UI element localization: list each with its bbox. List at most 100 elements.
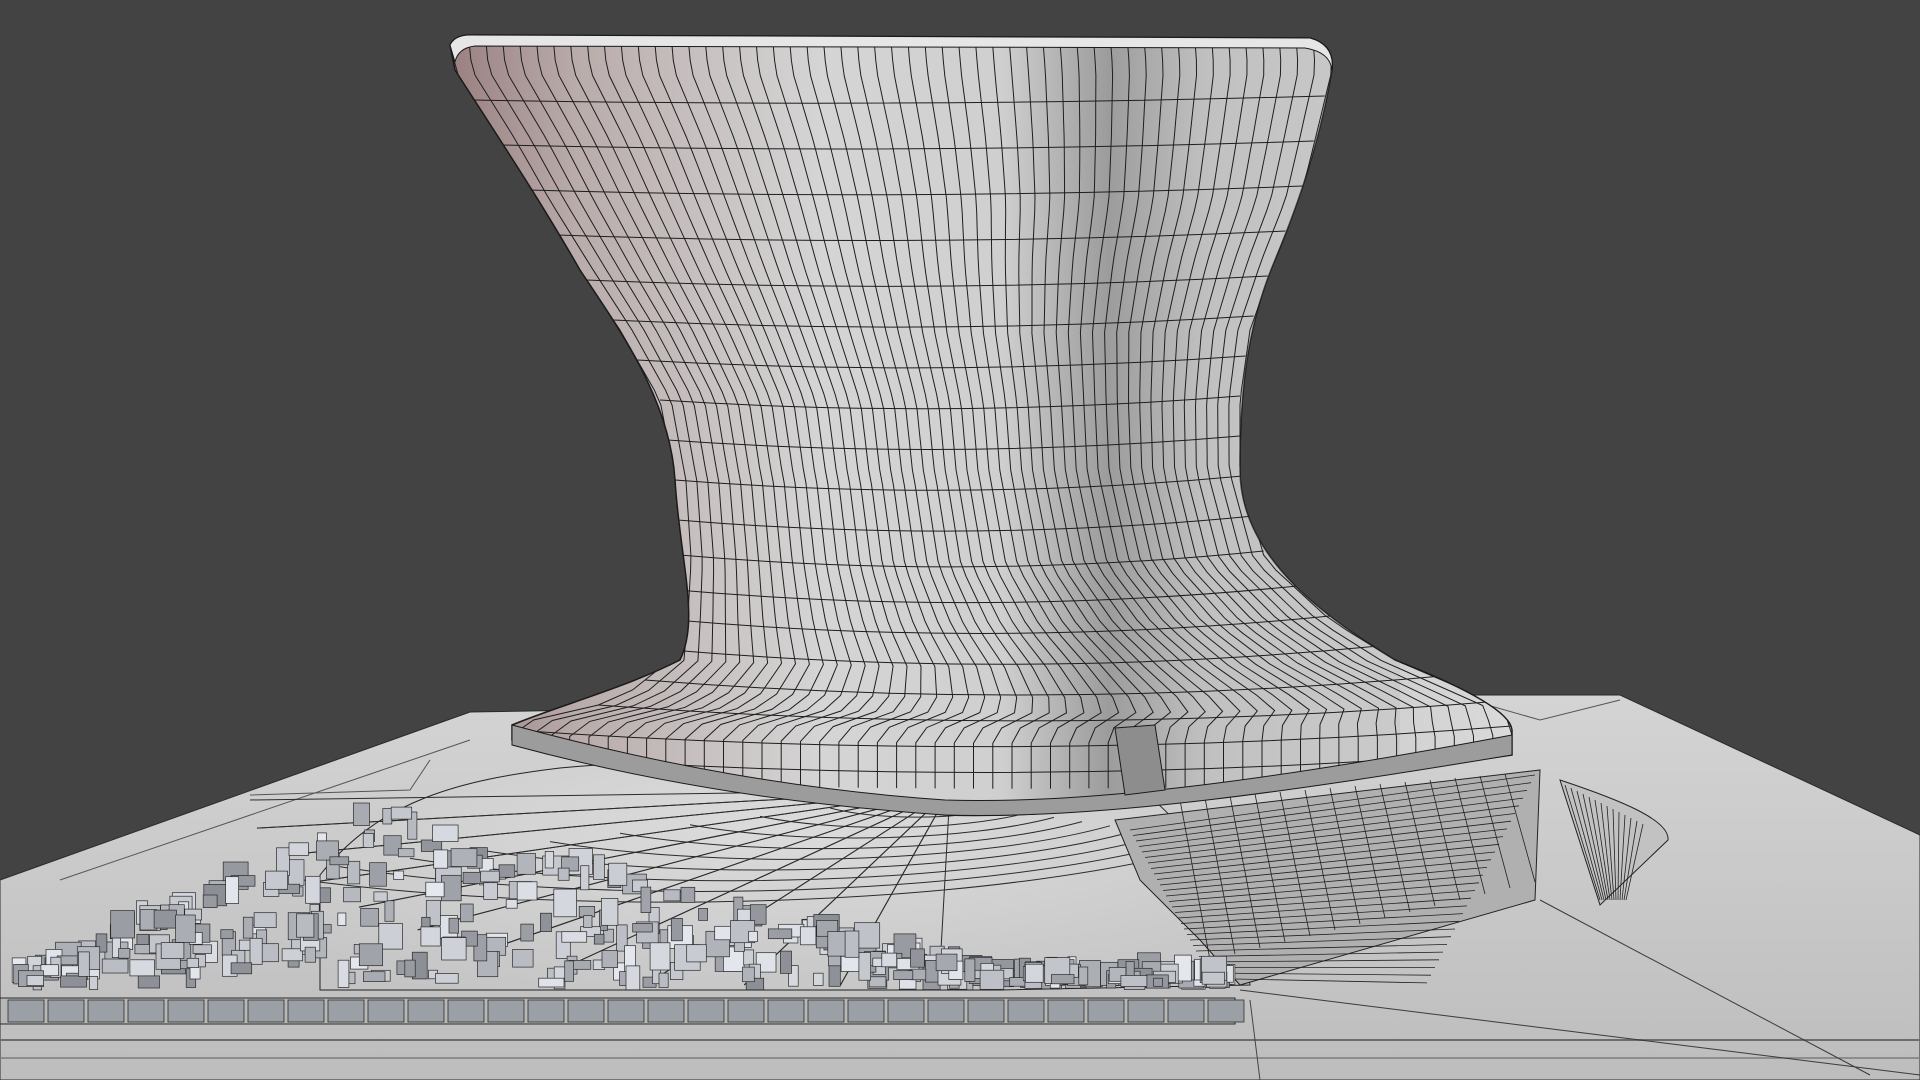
rubble-block <box>893 970 914 980</box>
rubble-block <box>813 972 824 986</box>
rubble-block <box>593 854 605 880</box>
rubble-block <box>404 959 416 978</box>
rubble-block <box>649 942 671 971</box>
rubble-block <box>910 968 927 981</box>
rubble-block <box>899 979 917 990</box>
scene-render <box>0 0 1920 1080</box>
fence-panel <box>287 999 325 1023</box>
fence-panel <box>487 999 525 1023</box>
fence-panel <box>567 999 605 1023</box>
rubble-block <box>483 882 498 900</box>
rubble-block <box>580 865 590 891</box>
rubble-block <box>1078 966 1089 986</box>
rubble-block <box>561 931 588 943</box>
fence-panel <box>127 999 165 1023</box>
fence-panel <box>727 999 765 1023</box>
rubble-block <box>393 870 405 880</box>
rubble-block <box>553 888 577 918</box>
rubble-block <box>1025 963 1044 983</box>
rubble-block <box>601 950 618 968</box>
fence-panel <box>1127 999 1165 1023</box>
rubble-block <box>601 898 619 926</box>
rubble-block <box>780 950 792 974</box>
fence-panel <box>807 999 845 1023</box>
rubble-block <box>382 808 393 825</box>
rubble-block <box>632 923 653 933</box>
fence-panel <box>1047 999 1085 1023</box>
rubble-block <box>390 806 413 820</box>
rubble-block <box>433 849 449 869</box>
rubble-block <box>625 965 641 991</box>
rubble-block <box>160 942 185 959</box>
fence-panel <box>607 999 645 1023</box>
rubble-block <box>448 917 459 934</box>
fence-panel <box>1087 999 1125 1023</box>
rubble-block <box>698 908 708 921</box>
rubble-block <box>153 909 177 929</box>
fence-panel <box>1207 999 1245 1023</box>
rubble-block <box>288 842 309 856</box>
rubble-block <box>544 851 555 869</box>
rubble-block <box>979 969 1005 990</box>
fence-panel <box>367 999 405 1023</box>
fence-panel <box>47 999 85 1023</box>
rubble-block <box>175 914 196 943</box>
rubble-block <box>608 862 628 886</box>
rubble-block <box>202 894 218 908</box>
rubble-block <box>242 916 254 939</box>
rubble-block <box>1120 975 1148 987</box>
rubble-block <box>329 856 350 866</box>
rubble-block <box>881 952 898 968</box>
rubble-block <box>358 943 383 967</box>
rubble-block <box>828 962 841 987</box>
rubble-block <box>384 900 395 922</box>
rubble-block <box>840 955 862 972</box>
rubble-block <box>658 972 669 988</box>
rubble-block <box>935 953 958 972</box>
rubble-block <box>343 887 361 903</box>
rubble-block <box>480 870 500 883</box>
rubble-block <box>220 929 234 940</box>
rubble-block <box>538 977 565 988</box>
rubble-block <box>425 881 445 898</box>
fence-panel <box>247 999 285 1023</box>
rubble-block <box>373 891 388 902</box>
rubble-block <box>498 864 516 878</box>
rubble-block <box>450 848 478 867</box>
3d-viewport[interactable] <box>0 0 1920 1080</box>
fence-panel <box>527 999 565 1023</box>
rubble-block <box>583 915 593 928</box>
fence-panel <box>847 999 885 1023</box>
rubble-block <box>640 886 652 913</box>
rubble-block <box>253 912 277 928</box>
rubble-block <box>397 848 415 858</box>
rubble-block <box>516 881 538 901</box>
rubble-block <box>435 973 459 984</box>
fence-panel <box>87 999 125 1023</box>
rubble-block <box>265 870 288 890</box>
rubble-block <box>337 912 347 926</box>
rubble-block <box>137 975 160 989</box>
rubble-block <box>347 860 361 885</box>
rubble-block <box>748 930 758 943</box>
rubble-block <box>767 928 793 940</box>
rubble-block <box>60 975 87 988</box>
rubble-block <box>680 886 696 903</box>
fence-panel <box>967 999 1005 1023</box>
fence-panel <box>887 999 925 1023</box>
rubble-block <box>742 966 755 983</box>
rubble-block <box>230 962 253 975</box>
rubble-block <box>362 833 375 848</box>
rubble-block <box>1153 977 1163 987</box>
fence-panel <box>687 999 725 1023</box>
rubble-block <box>296 913 315 938</box>
fence-panel <box>647 999 685 1023</box>
fence-panel <box>1007 999 1045 1023</box>
rubble-block <box>26 975 44 986</box>
fence-panel <box>767 999 805 1023</box>
fence-panel <box>407 999 445 1023</box>
rubble-block <box>118 948 131 959</box>
rubble-block <box>225 876 239 904</box>
rubble-block <box>505 899 518 909</box>
rubble-block <box>858 952 871 981</box>
